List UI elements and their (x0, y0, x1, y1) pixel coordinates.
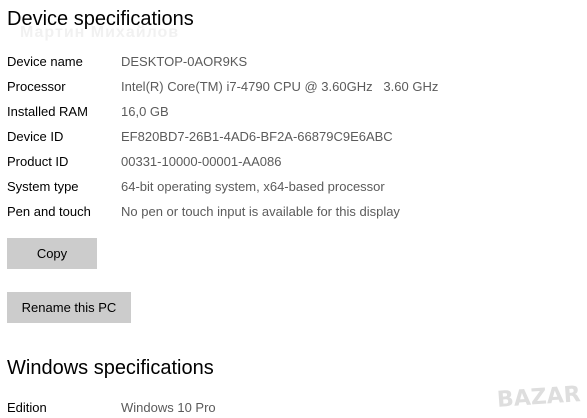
spec-value[interactable]: 16,0 GB (121, 102, 169, 122)
spec-row-pen-and-touch: Pen and touch No pen or touch input is a… (7, 202, 577, 222)
spec-value[interactable]: EF820BD7-26B1-4AD6-BF2A-66879C9E6ABC (121, 127, 393, 147)
spec-label: System type (7, 179, 79, 194)
spec-row-device-name: Device name DESKTOP-0AOR9KS (7, 52, 577, 72)
spec-label: Device name (7, 54, 83, 69)
spec-row-device-id: Device ID EF820BD7-26B1-4AD6-BF2A-66879C… (7, 127, 577, 147)
spec-value[interactable]: Intel(R) Core(TM) i7-4790 CPU @ 3.60GHz … (121, 77, 438, 97)
spec-row-product-id: Product ID 00331-10000-00001-AA086 (7, 152, 577, 172)
spec-value[interactable]: No pen or touch input is available for t… (121, 202, 400, 222)
spec-row-installed-ram: Installed RAM 16,0 GB (7, 102, 577, 122)
spec-label: Processor (7, 79, 66, 94)
spec-value[interactable]: 00331-10000-00001-AA086 (121, 152, 281, 172)
spec-label: Edition (7, 400, 47, 415)
spec-value[interactable]: DESKTOP-0AOR9KS (121, 52, 247, 72)
spec-value[interactable]: 64-bit operating system, x64-based proce… (121, 177, 385, 197)
device-specifications-heading: Device specifications (7, 8, 194, 30)
spec-row-processor: Processor Intel(R) Core(TM) i7-4790 CPU … (7, 77, 577, 97)
spec-label: Device ID (7, 129, 64, 144)
windows-specifications-heading: Windows specifications (7, 357, 214, 379)
spec-label: Product ID (7, 154, 69, 169)
copy-button[interactable]: Copy (7, 238, 97, 269)
spec-label: Installed RAM (7, 104, 88, 119)
spec-value[interactable]: Windows 10 Pro (121, 398, 216, 418)
spec-row-system-type: System type 64-bit operating system, x64… (7, 177, 577, 197)
rename-this-pc-button[interactable]: Rename this PC (7, 292, 131, 323)
spec-row-edition: Edition Windows 10 Pro (7, 398, 577, 418)
spec-label: Pen and touch (7, 204, 91, 219)
